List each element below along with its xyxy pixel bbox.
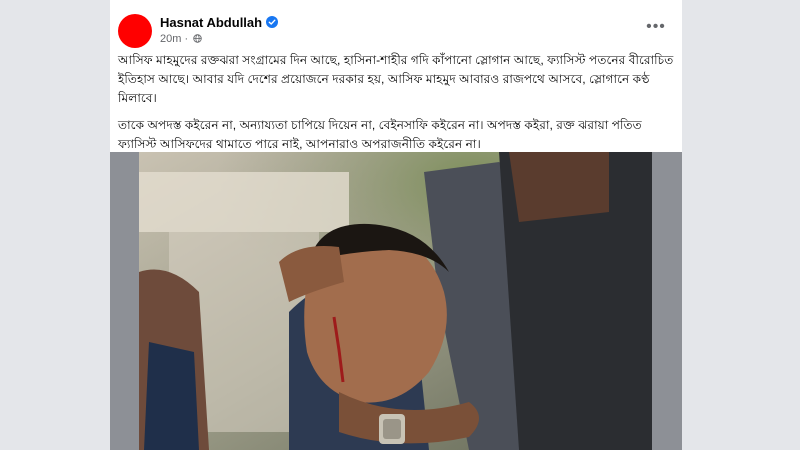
post-paragraph-2: তাকে অপদস্ত কইরেন না, অন্যায্যতা চাপিয়ে…: [118, 118, 642, 151]
post-header: Hasnat Abdullah 20m · •••: [110, 10, 682, 54]
post-timestamp[interactable]: 20m: [160, 33, 181, 45]
more-options-button[interactable]: •••: [644, 18, 668, 42]
post-meta: 20m ·: [160, 33, 202, 45]
post-photo[interactable]: [139, 152, 652, 450]
globe-icon: [193, 34, 202, 43]
verified-badge-icon: [266, 16, 279, 28]
meta-separator: ·: [184, 33, 189, 45]
author-name[interactable]: Hasnat Abdullah: [160, 15, 262, 30]
post-card: Hasnat Abdullah 20m · ••• আসিফ মাহমুদের …: [110, 0, 682, 450]
author-avatar[interactable]: [118, 14, 152, 48]
post-media[interactable]: [110, 152, 682, 450]
author-name-row: Hasnat Abdullah: [160, 15, 279, 30]
photo-illustration: [139, 152, 652, 450]
post-text: আসিফ মাহমুদের রক্তঝরা সংগ্রামের দিন আছে,…: [118, 51, 674, 162]
more-options-icon: •••: [646, 18, 666, 35]
post-paragraph-1: আসিফ মাহমুদের রক্তঝরা সংগ্রামের দিন আছে,…: [118, 53, 674, 105]
